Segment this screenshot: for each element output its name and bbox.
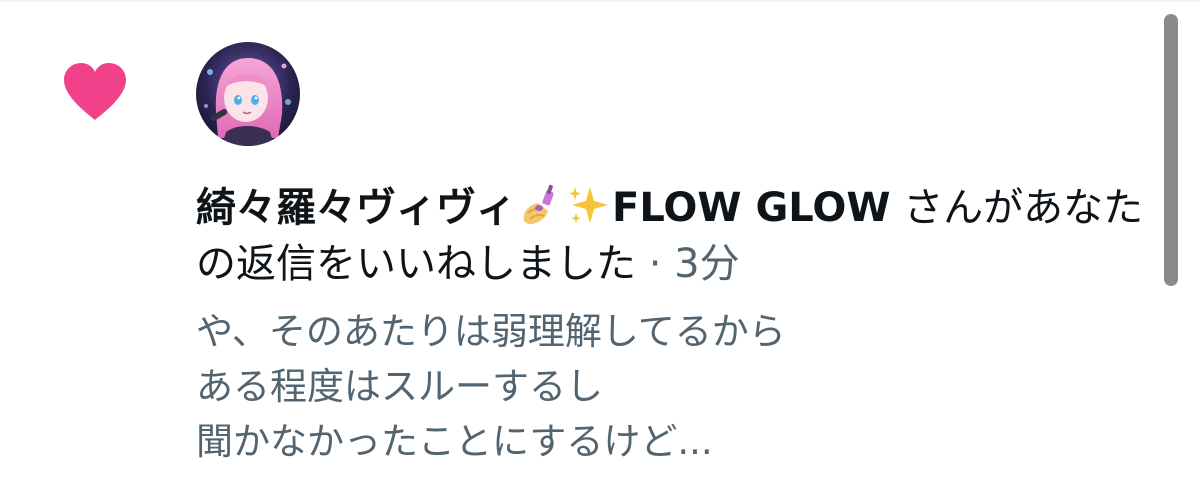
like-notification[interactable]: 綺々羅々ヴィヴィ FLOW GLOW さんがあなたの返信をいいねしました · 3… bbox=[0, 0, 1200, 497]
notification-content: 綺々羅々ヴィヴィ FLOW GLOW さんがあなたの返信をいいねしました · 3… bbox=[196, 180, 1176, 469]
reply-line: 聞かなかったことにするけど... bbox=[196, 420, 713, 463]
user-name[interactable]: 綺々羅々ヴィヴィ bbox=[196, 185, 516, 231]
separator: · bbox=[648, 241, 662, 287]
sparkles-icon bbox=[569, 187, 608, 223]
nail-polish-icon bbox=[523, 184, 554, 225]
liked-reply-text: や、そのあたりは弱理解してるから ある程度はスルーするし 聞かなかったことにする… bbox=[196, 304, 1166, 469]
heart-icon bbox=[64, 63, 126, 120]
notification-headline: 綺々羅々ヴィヴィ FLOW GLOW さんがあなたの返信をいいねしました · 3… bbox=[196, 180, 1166, 292]
reply-line: や、そのあたりは弱理解してるから bbox=[196, 310, 786, 353]
user-name-suffix[interactable]: FLOW GLOW bbox=[612, 185, 890, 231]
reply-line: ある程度はスルーするし bbox=[196, 365, 603, 408]
timestamp[interactable]: 3分 bbox=[674, 241, 739, 287]
avatar[interactable] bbox=[196, 42, 300, 146]
scrollbar-thumb[interactable] bbox=[1164, 14, 1178, 286]
avatar-image bbox=[196, 42, 300, 146]
